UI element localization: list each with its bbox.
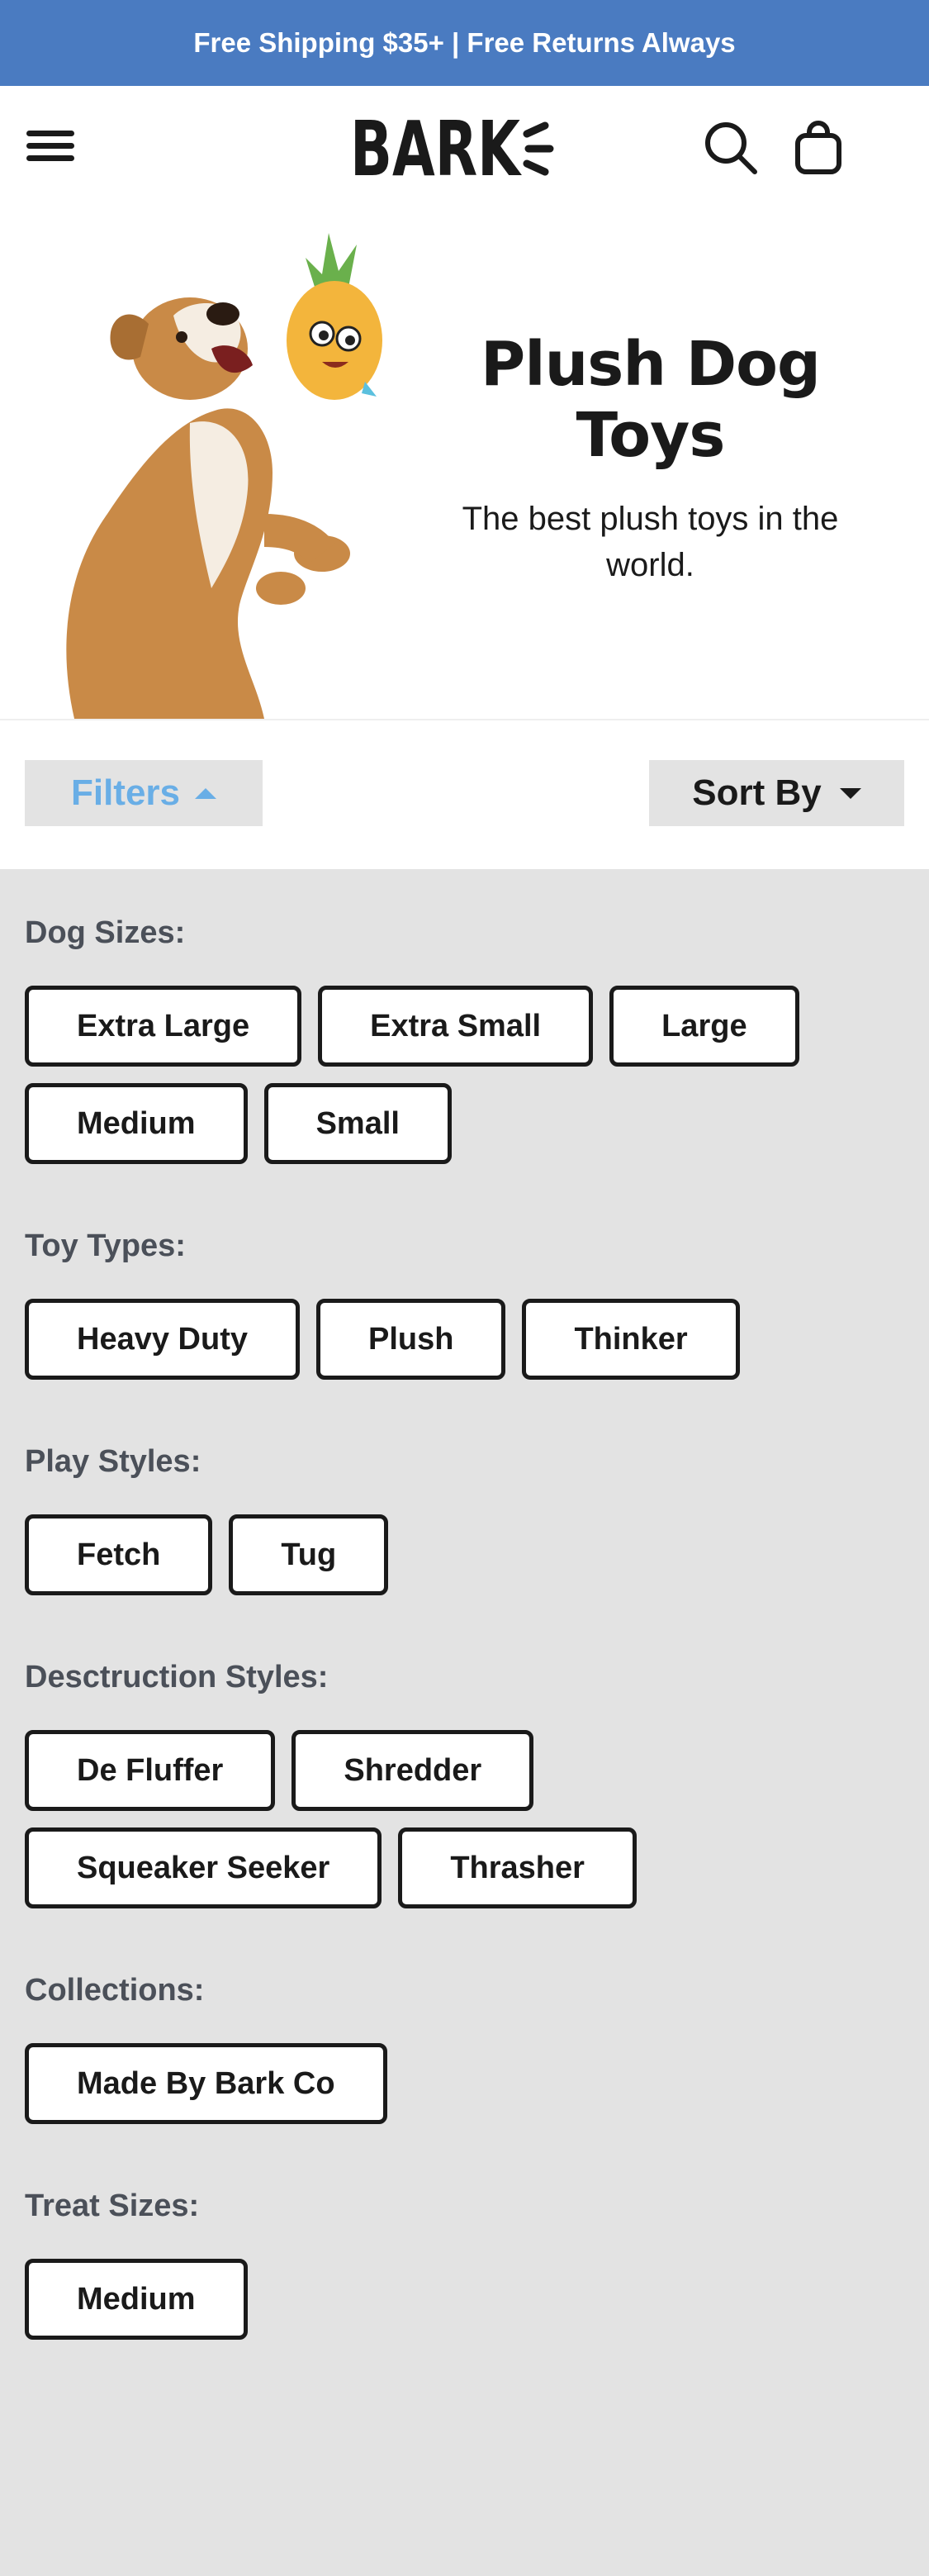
filter-option-button[interactable]: Extra Small bbox=[318, 986, 594, 1067]
promo-text: Free Shipping $35+ | Free Returns Always bbox=[193, 27, 736, 58]
promo-banner: Free Shipping $35+ | Free Returns Always bbox=[0, 0, 929, 86]
filter-option-button[interactable]: Small bbox=[263, 1083, 452, 1164]
filter-option-button[interactable]: Fetch bbox=[25, 1514, 213, 1595]
filter-group-title: Dog Sizes: bbox=[25, 915, 186, 950]
page-subtitle-line-2: world. bbox=[606, 547, 694, 583]
filter-group-title: Collections: bbox=[25, 1973, 205, 2008]
search-icon[interactable] bbox=[704, 121, 758, 175]
filter-options: Made By Bark Co bbox=[25, 2043, 818, 2124]
filter-group-title: Desctruction Styles: bbox=[25, 1660, 329, 1694]
filter-option-button[interactable]: Thrasher bbox=[398, 1827, 637, 1908]
sort-by-label: Sort By bbox=[692, 772, 822, 813]
filters-label: Filters bbox=[70, 772, 181, 813]
page-title-line-1: Plush Dog bbox=[480, 329, 821, 400]
filter-option-button[interactable]: Thinker bbox=[522, 1299, 740, 1380]
filter-options: De Fluffer Shredder Squeaker Seeker Thrashe… bbox=[25, 1730, 818, 1908]
filter-option-button[interactable]: Extra Large bbox=[25, 986, 302, 1067]
filter-options: Fetch Tug bbox=[25, 1514, 818, 1595]
hamburger-menu-icon[interactable] bbox=[26, 131, 74, 164]
filters-button[interactable]: Filters bbox=[25, 760, 263, 826]
caret-down-icon bbox=[839, 787, 861, 799]
filter-option-button[interactable]: Medium bbox=[25, 1083, 248, 1164]
filter-option-button[interactable]: Heavy Duty bbox=[25, 1299, 300, 1380]
filter-option-button[interactable]: Tug bbox=[229, 1514, 389, 1595]
filter-option-button[interactable]: Squeaker Seeker bbox=[25, 1827, 382, 1908]
dog-with-pineapple-toy-image bbox=[66, 233, 382, 719]
filter-options: Medium bbox=[25, 2259, 818, 2340]
svg-text:BARK: BARK bbox=[350, 107, 523, 187]
bark-logo[interactable]: BARK bbox=[350, 107, 555, 187]
filter-option-button[interactable]: Plush bbox=[315, 1299, 506, 1380]
filter-sort-bar: Filters Sort By bbox=[0, 719, 929, 869]
page-title: Plush Dog Toys bbox=[429, 329, 871, 471]
shopping-bag-icon[interactable] bbox=[794, 119, 842, 175]
filter-option-button[interactable]: Made By Bark Co bbox=[25, 2043, 387, 2124]
page-subtitle-line-1: The best plush toys in the bbox=[462, 501, 839, 537]
page-title-line-2: Toys bbox=[576, 400, 726, 471]
filter-option-button[interactable]: Shredder bbox=[291, 1730, 534, 1811]
sort-by-button[interactable]: Sort By bbox=[649, 760, 904, 826]
filter-option-button[interactable]: De Fluffer bbox=[25, 1730, 276, 1811]
filter-option-button[interactable]: Medium bbox=[25, 2259, 248, 2340]
filter-group-title: Treat Sizes: bbox=[25, 2189, 200, 2223]
filter-group-title: Toy Types: bbox=[25, 1229, 186, 1263]
filter-options: Extra Large Extra Small Large Medium Small bbox=[25, 986, 818, 1164]
site-header: BARK bbox=[0, 86, 929, 205]
filter-panel: Dog Sizes: Extra Large Extra Small Large Med… bbox=[0, 869, 929, 2340]
filter-options: Heavy Duty Plush Thinker bbox=[25, 1299, 818, 1380]
page-subtitle: The best plush toys in the world. bbox=[429, 496, 871, 588]
hero-section: Plush Dog Toys The best plush toys in th… bbox=[0, 205, 929, 719]
filter-group-title: Play Styles: bbox=[25, 1444, 201, 1479]
filter-option-button[interactable]: Large bbox=[609, 986, 799, 1067]
caret-up-icon bbox=[195, 787, 217, 799]
